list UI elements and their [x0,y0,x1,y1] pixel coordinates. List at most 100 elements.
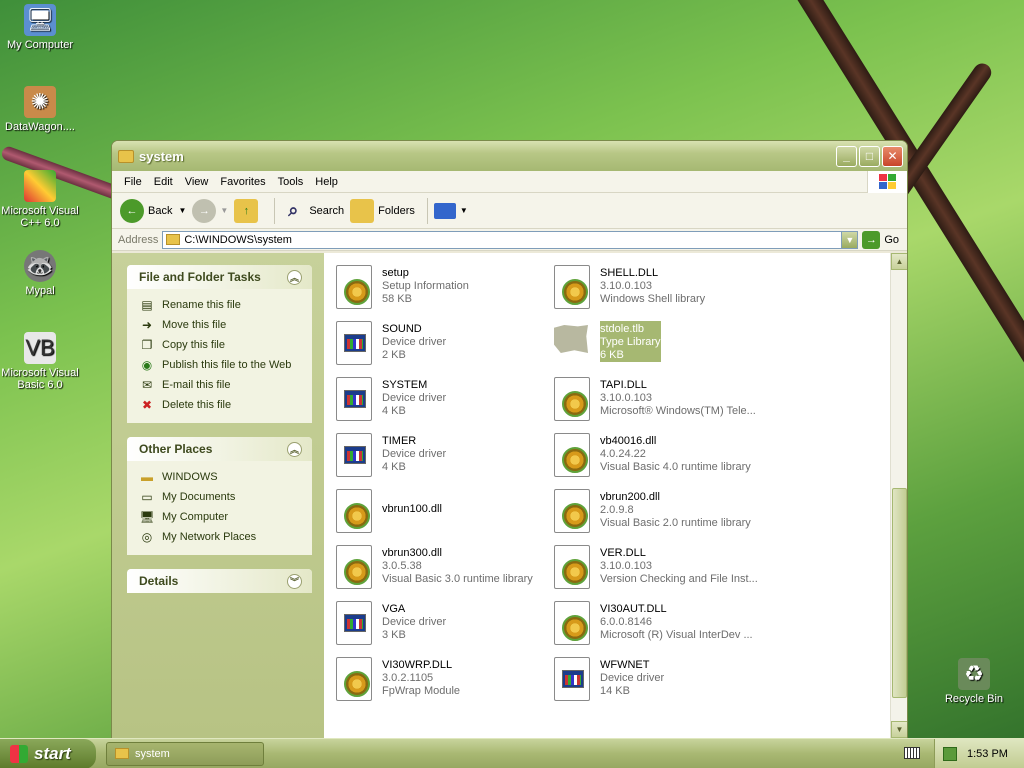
file-label: TAPI.DLL 3.10.0.103 Microsoft® Windows(TM)… [600,377,756,418]
file-item[interactable]: SOUND Device driver 2 KB [334,321,544,373]
address-label: Address [118,233,159,246]
menu-view[interactable]: View [179,176,215,188]
panel-header[interactable]: File and Folder Tasks ︽ [127,265,312,289]
task-email[interactable]: ✉ E-mail this file [139,375,304,395]
desktop-icon-mypal[interactable]: 🦝 Mypal [0,250,80,297]
publish-globe-icon: ◉ [141,358,153,372]
panel-header[interactable]: Details ︾ [127,569,312,593]
toolbar-separator [274,197,276,224]
task-publish[interactable]: ◉ Publish this file to the Web [139,355,304,375]
file-item[interactable]: vbrun300.dll 3.0.5.38 Visual Basic 3.0 run… [334,545,544,597]
taskbar-item-system[interactable]: system [106,741,264,766]
menu-file[interactable]: File [118,176,148,188]
file-item[interactable]: VI30WRP.DLL 3.0.2.1105 FpWrap Module [334,657,544,709]
folder-icon [166,234,181,245]
file-detail: 6 KB [600,349,624,361]
file-item[interactable]: TAPI.DLL 3.10.0.103 Microsoft® Windows(TM)… [552,377,762,429]
tray-app-icon[interactable] [943,747,957,761]
file-name: vbrun200.dll [600,491,660,503]
file-item[interactable]: WFWNET Device driver 14 KB [552,657,762,709]
dll-file-icon [334,657,374,703]
scroll-thumb[interactable] [892,488,907,698]
file-item[interactable]: vbrun100.dll [334,489,544,541]
window-title: system [139,148,184,164]
driver-file-icon [334,601,374,647]
file-item[interactable]: vb40016.dll 4.0.24.22 Visual Basic 4.0 run… [552,433,762,485]
task-delete[interactable]: ✖ Delete this file [139,395,304,415]
desktop-icon-datawagon[interactable]: ✺ DataWagon.... [0,86,80,133]
views-icon [433,202,456,219]
maximize-button[interactable]: □ [859,145,880,167]
chevron-down-icon[interactable]: ▼ [178,206,186,215]
windows-flag-icon [10,744,28,763]
my-computer-icon: 🖥 [24,4,56,36]
file-detail: Device driver [600,672,665,684]
file-detail: 58 KB [382,293,412,305]
file-item[interactable]: VI30AUT.DLL 6.0.0.8146 Microsoft (R) Visua… [552,601,762,653]
driver-file-icon [334,377,374,423]
clock[interactable]: 1:53 PM [967,748,1008,760]
file-label: VI30WRP.DLL 3.0.2.1105 FpWrap Module [382,657,460,698]
vertical-scrollbar[interactable]: ▲ ▼ [890,253,907,738]
file-item[interactable]: vbrun200.dll 2.0.9.8 Visual Basic 2.0 runt… [552,489,762,541]
file-item[interactable]: TIMER Device driver 4 KB [334,433,544,485]
file-label: vbrun100.dll [382,489,442,516]
file-detail: 6.0.0.8146 [600,616,652,628]
collapse-chevron-icon[interactable]: ︽ [287,441,302,457]
scroll-up-arrow[interactable]: ▲ [891,253,907,270]
windows-logo-icon [867,171,907,193]
task-rename[interactable]: ▤ Rename this file [139,295,304,315]
keyboard-icon[interactable] [904,747,920,759]
copy-icon: ❐ [141,338,153,352]
datawagon-shortcut-icon: ✺ [24,86,56,118]
file-item[interactable]: VER.DLL 3.10.0.103 Version Checking and Fi… [552,545,762,597]
up-folder-button[interactable]: ↑ [234,198,262,223]
go-button[interactable]: → Go [858,230,907,249]
file-detail: 3 KB [382,629,406,641]
collapse-chevron-icon[interactable]: ︽ [287,269,302,285]
type-library-icon [552,321,592,367]
computer-icon: 🖥 [139,510,155,524]
search-button[interactable]: ⌕ Search [281,199,344,223]
panel-header[interactable]: Other Places ︽ [127,437,312,461]
chevron-down-icon[interactable]: ▼ [220,206,228,215]
file-name: VGA [382,603,406,615]
desktop-icon-recycle-bin[interactable]: ♻ Recycle Bin [934,658,1014,705]
place-my-computer[interactable]: 🖥 My Computer [139,507,304,527]
scroll-down-arrow[interactable]: ▼ [891,721,907,738]
file-item[interactable]: VGA Device driver 3 KB [334,601,544,653]
minimize-button[interactable]: _ [836,145,857,167]
menu-tools[interactable]: Tools [272,176,310,188]
file-label: SOUND Device driver 2 KB [382,321,446,362]
file-item[interactable]: SHELL.DLL 3.10.0.103 Windows Shell library [552,265,762,317]
file-name: SOUND [382,323,422,335]
expand-chevron-icon[interactable]: ︾ [287,573,302,589]
menu-favorites[interactable]: Favorites [214,176,271,188]
task-copy[interactable]: ❐ Copy this file [139,335,304,355]
file-item[interactable]: setup Setup Information 58 KB [334,265,544,317]
file-item[interactable]: stdole.tlb Type Library 6 KB [552,321,762,373]
desktop-icon-visual-cpp[interactable]: Microsoft Visual C++ 6.0 [0,170,80,229]
close-button[interactable]: ✕ [882,145,903,167]
back-button[interactable]: ← Back ▼ [120,198,186,223]
file-name: WFWNET [600,659,650,671]
place-my-documents[interactable]: ▭ My Documents [139,487,304,507]
address-input[interactable]: C:\WINDOWS\system ▼ [162,230,859,249]
task-move[interactable]: ➜ Move this file [139,315,304,335]
file-detail: Visual Basic 3.0 runtime library [382,573,533,585]
desktop-icon-visual-basic[interactable]: VB Microsoft Visual Basic 6.0 [0,332,80,391]
menu-help[interactable]: Help [309,176,344,188]
folders-button[interactable]: Folders [350,198,415,223]
desktop-icon-my-computer[interactable]: 🖥 My Computer [0,4,80,51]
file-item[interactable]: SYSTEM Device driver 4 KB [334,377,544,429]
views-button[interactable]: ▼ [433,202,468,219]
menu-edit[interactable]: Edit [148,176,179,188]
place-my-network[interactable]: ◎ My Network Places [139,527,304,547]
forward-button[interactable]: → ▼ [192,198,228,223]
file-detail: Microsoft (R) Visual InterDev ... [600,629,753,641]
place-windows[interactable]: ▬ WINDOWS [139,467,304,487]
title-bar[interactable]: system _ □ ✕ [112,141,907,171]
start-button[interactable]: start [0,738,96,768]
visual-cpp-icon [24,170,56,202]
address-dropdown-button[interactable]: ▼ [841,231,858,248]
